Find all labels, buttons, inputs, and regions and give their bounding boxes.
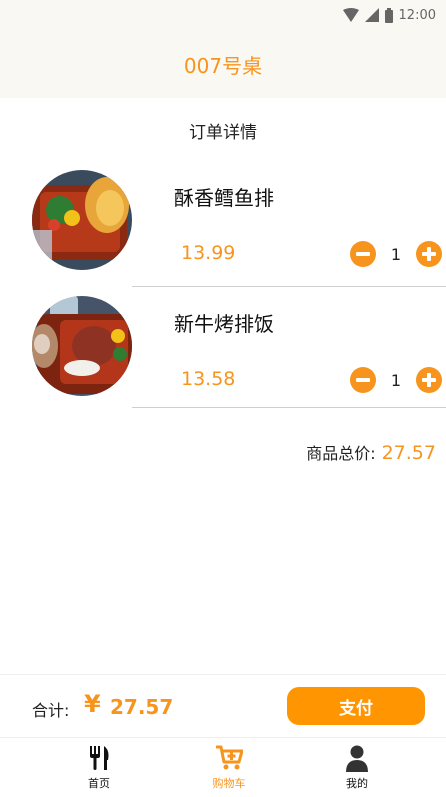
tab-label: 购物车 xyxy=(212,777,246,790)
divider xyxy=(132,286,446,287)
signal-icon xyxy=(364,8,379,22)
minus-icon xyxy=(356,252,370,256)
sum-label: 合计: xyxy=(32,701,70,720)
increase-button[interactable] xyxy=(416,367,442,393)
quantity-stepper: 1 xyxy=(350,366,442,394)
tab-me[interactable]: 我的 xyxy=(317,744,397,791)
header: 007号桌 xyxy=(0,30,446,98)
plus-icon-vertical xyxy=(427,247,431,261)
minus-icon xyxy=(356,378,370,382)
quantity-stepper: 1 xyxy=(350,240,442,268)
quantity-value: 1 xyxy=(390,244,402,264)
tab-label: 首页 xyxy=(88,777,110,790)
pay-button[interactable]: 支付 xyxy=(287,687,425,725)
user-icon xyxy=(346,745,368,772)
utensils-icon xyxy=(90,746,109,770)
item-price: 13.58 xyxy=(181,368,236,390)
tab-label: 我的 xyxy=(346,777,368,790)
goods-total-label: 商品总价: xyxy=(306,444,376,463)
cart-icon xyxy=(216,745,243,770)
wifi-icon xyxy=(342,8,359,22)
quantity-value: 1 xyxy=(390,370,402,390)
divider xyxy=(132,407,446,408)
status-icons: 12:00 xyxy=(342,6,436,24)
currency-symbol: ¥ xyxy=(84,690,101,718)
tab-cart[interactable]: 购物车 xyxy=(189,744,269,791)
order-details-title: 订单详情 xyxy=(189,123,257,143)
checkout-bar: 合计: ¥ 27.57 支付 xyxy=(0,674,446,737)
food-image xyxy=(32,170,132,270)
tab-home[interactable]: 首页 xyxy=(59,744,139,791)
goods-total: 商品总价: 27.57 xyxy=(306,440,436,464)
tab-bar: 首页 购物车 我的 xyxy=(0,737,446,797)
decrease-button[interactable] xyxy=(350,367,376,393)
item-price: 13.99 xyxy=(181,242,236,264)
goods-total-value: 27.57 xyxy=(381,442,436,464)
item-name: 酥香鳕鱼排 xyxy=(174,186,274,210)
increase-button[interactable] xyxy=(416,241,442,267)
item-name: 新牛烤排饭 xyxy=(174,312,274,336)
plus-icon-vertical xyxy=(427,373,431,387)
sum-value: 27.57 xyxy=(110,695,174,719)
table-title: 007号桌 xyxy=(183,53,263,78)
order-item: 酥香鳕鱼排 13.99 1 xyxy=(0,170,446,290)
order-item: 新牛烤排饭 13.58 1 xyxy=(0,296,446,416)
status-bar: 12:00 xyxy=(0,0,446,30)
decrease-button[interactable] xyxy=(350,241,376,267)
battery-icon xyxy=(384,7,393,23)
food-image xyxy=(32,296,132,396)
status-time: 12:00 xyxy=(398,7,436,23)
